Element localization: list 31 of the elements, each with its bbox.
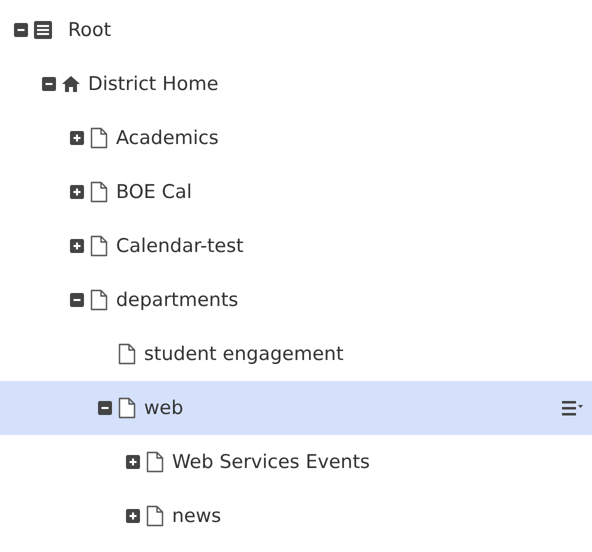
page-icon (90, 289, 108, 311)
menu-icon[interactable] (562, 400, 584, 416)
collapse-icon[interactable] (42, 77, 56, 91)
expand-icon[interactable] (126, 509, 140, 523)
expand-icon[interactable] (70, 239, 84, 253)
node-label[interactable]: Root (68, 16, 112, 44)
collapse-icon[interactable] (14, 23, 28, 37)
page-icon (90, 235, 108, 257)
node-label[interactable]: Calendar-test (116, 232, 244, 260)
page-icon (118, 343, 136, 365)
page-icon (146, 505, 164, 527)
home-icon (61, 74, 81, 94)
page-icon (118, 397, 136, 419)
node-label[interactable]: District Home (88, 70, 218, 98)
selected-tree-row[interactable]: web (0, 381, 592, 435)
page-icon (90, 127, 108, 149)
node-label[interactable]: Academics (116, 124, 219, 152)
node-label[interactable]: departments (116, 286, 238, 314)
page-icon (90, 181, 108, 203)
expand-icon[interactable] (70, 131, 84, 145)
expand-icon[interactable] (70, 185, 84, 199)
node-label[interactable]: student engagement (144, 340, 344, 368)
expand-icon[interactable] (126, 455, 140, 469)
node-label[interactable]: BOE Cal (116, 178, 192, 206)
node-label[interactable]: news (172, 502, 222, 530)
node-label[interactable]: Web Services Events (172, 448, 370, 476)
page-icon (146, 451, 164, 473)
collapse-icon[interactable] (70, 293, 84, 307)
collapse-icon[interactable] (98, 401, 112, 415)
node-label[interactable]: web (144, 394, 184, 422)
list-icon (33, 20, 53, 40)
